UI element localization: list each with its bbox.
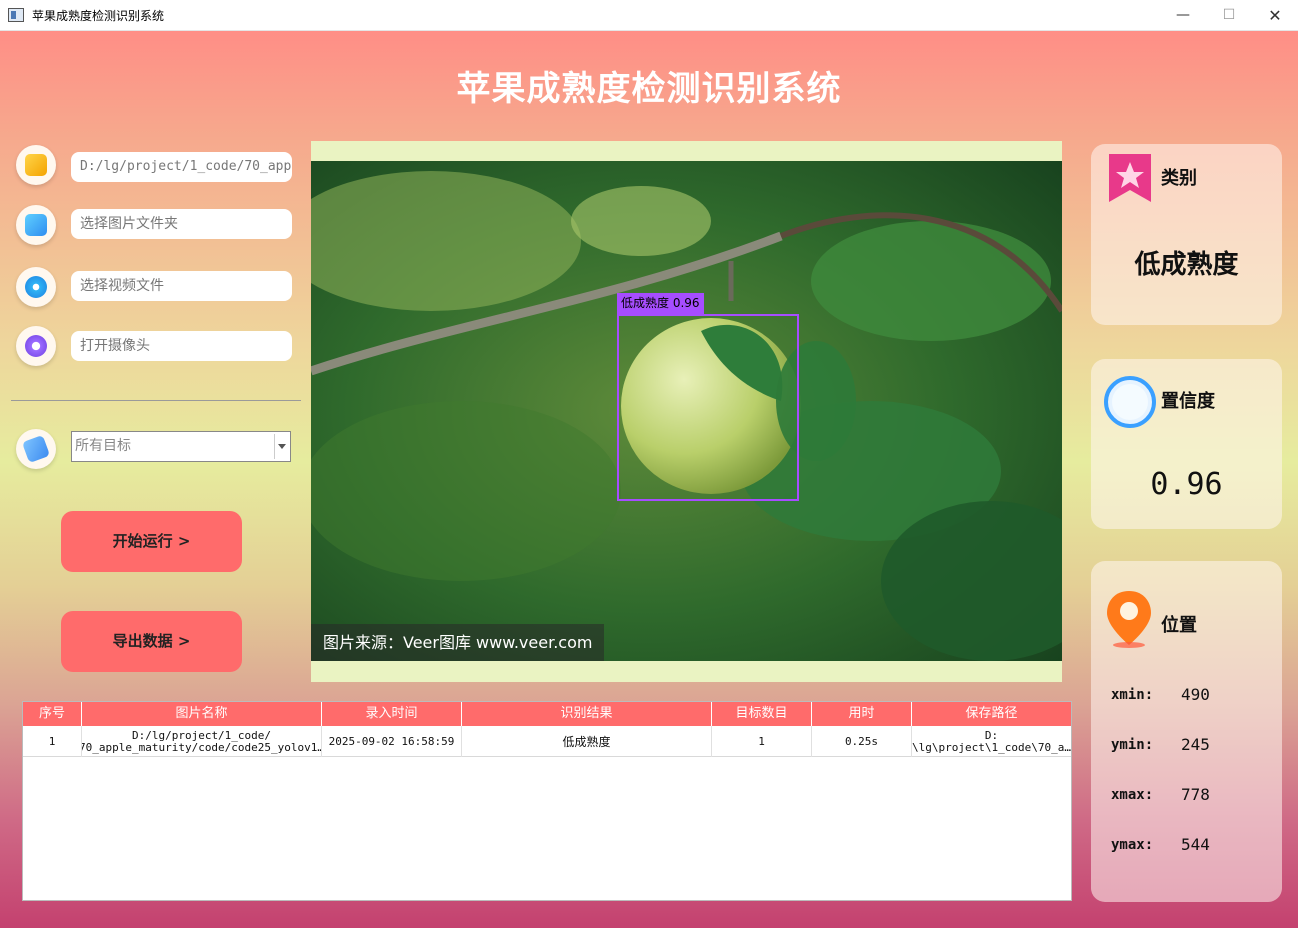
detection-image: 图片来源：Veer图库 www.veer.com 低成熟度 0.96 [311,161,1062,661]
table-header: 序号 图片名称 录入时间 识别结果 目标数目 用时 保存路径 [23,702,1071,726]
circle-gauge-icon [1104,376,1156,428]
confidence-label: 置信度 [1161,391,1215,412]
col-count[interactable]: 目标数目 [712,702,812,726]
page-title: 苹果成熟度检测识别系统 [456,69,842,109]
xmax-value: 778 [1181,785,1210,804]
xmax-label: xmax: [1111,787,1154,803]
camera-input[interactable]: 打开摄像头 [71,331,292,361]
class-label: 类别 [1161,168,1197,189]
export-button[interactable]: 导出数据 > [61,611,242,672]
confidence-card: 置信度 0.96 [1091,359,1282,529]
app-icon [8,8,24,22]
cell-time: 2025-09-02 16:58:59 [322,726,462,757]
target-tag-icon [16,429,56,469]
chevron-down-icon[interactable] [274,434,288,459]
class-card: 类别 低成熟度 [1091,144,1282,325]
col-image-name[interactable]: 图片名称 [82,702,322,726]
xmin-value: 490 [1181,685,1210,704]
minimize-button[interactable]: — [1160,0,1206,31]
ymax-label: ymax: [1111,837,1154,853]
window-title: 苹果成熟度检测识别系统 [32,9,165,23]
cell-count: 1 [712,726,812,757]
video-input[interactable]: 选择视频文件 [71,271,292,301]
ymax-value: 544 [1181,835,1210,854]
xmin-label: xmin: [1111,687,1154,703]
results-table[interactable]: 序号 图片名称 录入时间 识别结果 目标数目 用时 保存路径 1 D:/lg/p… [22,701,1072,901]
position-label: 位置 [1161,615,1197,636]
divider [11,400,301,401]
folder-input[interactable]: 选择图片文件夹 [71,209,292,239]
target-select-value: 所有目标 [75,438,131,454]
col-result[interactable]: 识别结果 [462,702,712,726]
position-card: 位置 xmin: 490 ymin: 245 xmax: 778 ymax: 5… [1091,561,1282,902]
tag-glyph-icon [21,434,51,464]
ymin-label: ymin: [1111,737,1154,753]
ribbon-star-icon [1109,154,1151,202]
image-watermark: 图片来源：Veer图库 www.veer.com [311,624,605,661]
cell-save-path: D: \lg\project\1_code\70_a… [912,728,1071,754]
main-area: 苹果成熟度检测识别系统 D:/lg/project/1_code/70_appl… [0,31,1298,928]
detection-box [617,314,799,501]
target-select[interactable]: 所有目标 [71,431,291,462]
location-pin-icon [1107,591,1151,648]
table-row[interactable]: 1 D:/lg/project/1_code/ 70_apple_maturit… [23,726,1071,757]
col-duration[interactable]: 用时 [812,702,912,726]
cell-duration: 0.25s [812,726,912,757]
image-file-icon[interactable] [16,145,56,185]
ymin-value: 245 [1181,735,1210,754]
camera-glyph-icon [25,335,47,357]
col-time[interactable]: 录入时间 [322,702,462,726]
maximize-button[interactable]: ☐ [1206,0,1252,31]
video-icon[interactable] [16,267,56,307]
close-button[interactable]: ✕ [1252,0,1298,31]
detection-label: 低成熟度 0.96 [617,293,704,314]
folder-icon[interactable] [16,205,56,245]
col-index[interactable]: 序号 [23,702,82,726]
camera-icon[interactable] [16,326,56,366]
cell-result: 低成熟度 [462,726,712,757]
class-value: 低成熟度 [1134,250,1239,280]
cell-image-name: D:/lg/project/1_code/ 70_apple_maturity/… [82,726,322,757]
run-button[interactable]: 开始运行 > [61,511,242,572]
confidence-value: 0.96 [1150,467,1223,502]
image-file-glyph-icon [25,154,47,176]
folder-glyph-icon [25,214,47,236]
cell-index: 1 [23,726,82,757]
image-path-input[interactable]: D:/lg/project/1_code/70_apple_maturity [71,152,292,182]
video-glyph-icon [25,276,47,298]
image-display-panel: 图片来源：Veer图库 www.veer.com 低成熟度 0.96 [311,141,1062,682]
col-save-path[interactable]: 保存路径 [912,702,1071,726]
window-titlebar: 苹果成熟度检测识别系统 — ☐ ✕ [0,0,1298,31]
